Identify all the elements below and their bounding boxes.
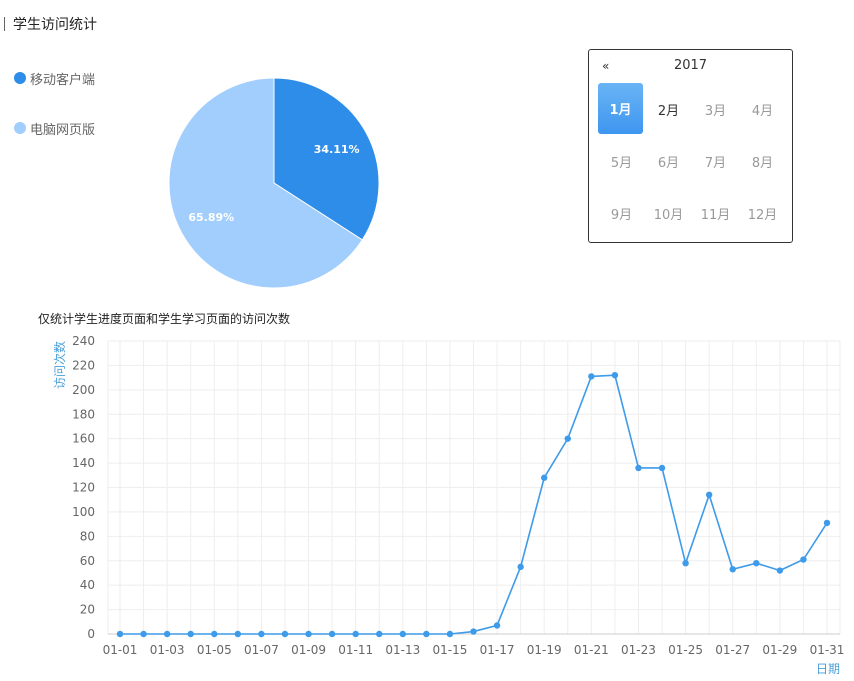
data-point-01-23[interactable]	[635, 464, 642, 472]
x-tick-label: 01-23	[621, 643, 656, 657]
data-point-01-09[interactable]	[305, 630, 312, 638]
data-point-01-29[interactable]	[776, 567, 784, 574]
month-cell-3[interactable]: 3月	[692, 83, 739, 135]
data-point-01-30[interactable]	[800, 556, 807, 563]
month-cell-7[interactable]: 7月	[692, 135, 739, 187]
month-cell-9[interactable]: 9月	[598, 187, 645, 239]
y-tick-label: 80	[80, 529, 95, 543]
month-cell-12[interactable]: 12月	[739, 187, 786, 239]
y-tick-label: 120	[72, 481, 95, 495]
x-tick-label: 01-21	[574, 643, 609, 657]
data-point-01-21[interactable]	[588, 373, 595, 380]
pie-chart: 34.11% 65.89%	[168, 77, 380, 289]
month-picker: « 2017 1月 2月 3月 4月 5月 6月 7月 8月 9月 10月 11月 12月	[588, 49, 793, 243]
x-tick-label: 01-27	[715, 643, 750, 657]
y-tick-label: 220	[72, 358, 95, 372]
pie-data-label: 34.11%	[314, 143, 360, 156]
data-point-01-20[interactable]	[564, 435, 571, 442]
x-tick-label: 01-25	[668, 643, 703, 657]
line-chart: 0 20 40 60 80 100 120 140 160 180 200 220 240 01-01 01…	[52, 334, 845, 676]
x-tick-label: 01-29	[762, 643, 797, 657]
chart-subtitle: 仅统计学生进度页面和学生学习页面的访问次数	[38, 312, 291, 326]
data-point-01-02[interactable]	[140, 630, 147, 638]
legend-item-mobile[interactable]: 移动客户端	[14, 66, 95, 90]
month-cell-10[interactable]: 10月	[645, 187, 692, 239]
y-tick-label: 140	[72, 456, 95, 470]
x-tick-label: 01-05	[197, 643, 232, 657]
month-cell-5[interactable]: 5月	[598, 135, 645, 187]
y-tick-label: 180	[72, 407, 95, 421]
pie-legend: 移动客户端 电脑网页版	[14, 66, 95, 166]
month-cell-8[interactable]: 8月	[739, 135, 786, 187]
data-point-01-26[interactable]	[705, 491, 713, 499]
data-point-01-28[interactable]	[753, 559, 760, 567]
x-tick-label: 01-31	[810, 643, 845, 657]
month-grid: 1月 2月 3月 4月 5月 6月 7月 8月 9月 10月 11月 12月	[598, 83, 788, 239]
y-tick-label: 0	[87, 627, 95, 641]
data-point-01-16[interactable]	[470, 628, 477, 635]
y-tick-label: 240	[72, 334, 95, 348]
data-point-01-27[interactable]	[729, 566, 736, 573]
data-point-01-04[interactable]	[187, 630, 194, 638]
legend-marker-icon	[14, 72, 26, 84]
title-accent-bar	[4, 17, 5, 31]
legend-marker-icon	[14, 122, 26, 134]
x-axis-title: 日期	[816, 662, 840, 676]
x-tick-label: 01-19	[527, 643, 562, 657]
legend-label: 电脑网页版	[30, 122, 96, 138]
x-tick-label: 01-01	[103, 643, 138, 657]
data-point-01-11[interactable]	[352, 630, 359, 638]
x-tick-label: 01-11	[338, 643, 373, 657]
month-cell-2[interactable]: 2月	[645, 83, 692, 135]
y-tick-label: 20	[80, 603, 95, 617]
data-point-01-12[interactable]	[376, 630, 383, 638]
data-point-01-07[interactable]	[258, 630, 265, 638]
data-point-01-31[interactable]	[823, 519, 831, 527]
x-tick-label: 01-17	[480, 643, 515, 657]
x-tick-label: 01-07	[244, 643, 279, 657]
data-point-01-10[interactable]	[328, 630, 336, 638]
data-point-01-13[interactable]	[399, 630, 406, 638]
data-point-01-24[interactable]	[658, 464, 666, 472]
y-tick-label: 100	[72, 505, 95, 519]
month-cell-1[interactable]: 1月	[598, 83, 643, 134]
y-tick-label: 160	[72, 432, 95, 446]
data-point-01-25[interactable]	[682, 559, 689, 567]
x-tick-label: 01-15	[432, 643, 467, 657]
data-point-01-08[interactable]	[281, 630, 289, 638]
y-axis-title: 访问次数	[52, 341, 67, 389]
y-tick-label: 60	[80, 554, 95, 568]
data-point-01-18[interactable]	[517, 563, 524, 571]
data-point-01-03[interactable]	[163, 630, 171, 638]
legend-label: 移动客户端	[30, 72, 96, 88]
data-point-01-01[interactable]	[116, 630, 124, 638]
y-tick-label: 200	[72, 383, 95, 397]
x-tick-label: 01-13	[385, 643, 420, 657]
page-title: 学生访问统计	[13, 17, 97, 33]
data-point-01-17[interactable]	[493, 622, 501, 629]
data-point-01-22[interactable]	[611, 371, 619, 379]
data-point-01-15[interactable]	[446, 630, 454, 638]
pie-data-label: 65.89%	[188, 211, 234, 224]
month-cell-4[interactable]: 4月	[739, 83, 786, 135]
data-point-01-06[interactable]	[234, 630, 242, 638]
data-point-01-14[interactable]	[423, 630, 430, 638]
y-tick-label: 40	[80, 578, 95, 592]
data-point-01-19[interactable]	[541, 474, 548, 481]
month-cell-6[interactable]: 6月	[645, 135, 692, 187]
calendar-year: 2017	[673, 58, 708, 73]
x-tick-label: 01-03	[150, 643, 185, 657]
month-cell-11[interactable]: 11月	[692, 187, 739, 239]
legend-item-web[interactable]: 电脑网页版	[14, 116, 95, 140]
section-header: 学生访问统计	[0, 14, 97, 34]
data-point-01-05[interactable]	[211, 630, 218, 638]
x-tick-label: 01-09	[291, 643, 326, 657]
